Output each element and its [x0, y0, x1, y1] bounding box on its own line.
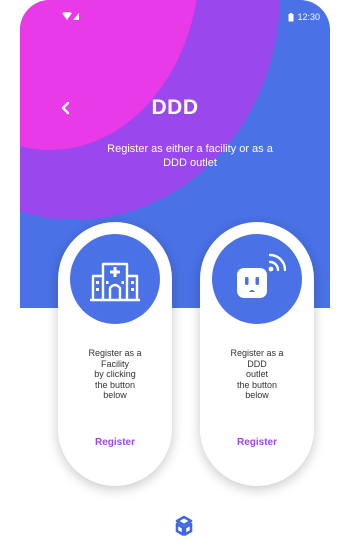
outlet-card: Register as a DDD outlet the button belo… [200, 222, 314, 486]
outlet-description: Register as a DDD outlet the button belo… [230, 348, 284, 400]
hospital-building-icon [90, 262, 140, 302]
facility-description: Register as a Facility by clicking the b… [88, 348, 142, 400]
smart-outlet-icon [237, 253, 286, 298]
facility-icon-circle [70, 234, 160, 324]
battery-icon [288, 12, 294, 21]
app-logo-icon [175, 515, 193, 536]
facility-card: Register as a Facility by clicking the b… [58, 222, 172, 486]
status-bar: 12:30 [20, 10, 330, 26]
status-time: 12:30 [297, 12, 320, 22]
page-subtitle: Register as either a facility or as a DD… [107, 143, 273, 169]
register-facility-button[interactable]: Register [58, 437, 172, 448]
page-title: DDD [151, 96, 199, 119]
outlet-icon-circle [212, 234, 302, 324]
status-indicators [62, 12, 80, 23]
wifi-signal-icon [62, 12, 79, 20]
register-outlet-button[interactable]: Register [200, 437, 314, 448]
status-right: 12:30 [288, 12, 320, 22]
phone-screen: 12:30 DDD Register as either a facility … [20, 0, 330, 542]
